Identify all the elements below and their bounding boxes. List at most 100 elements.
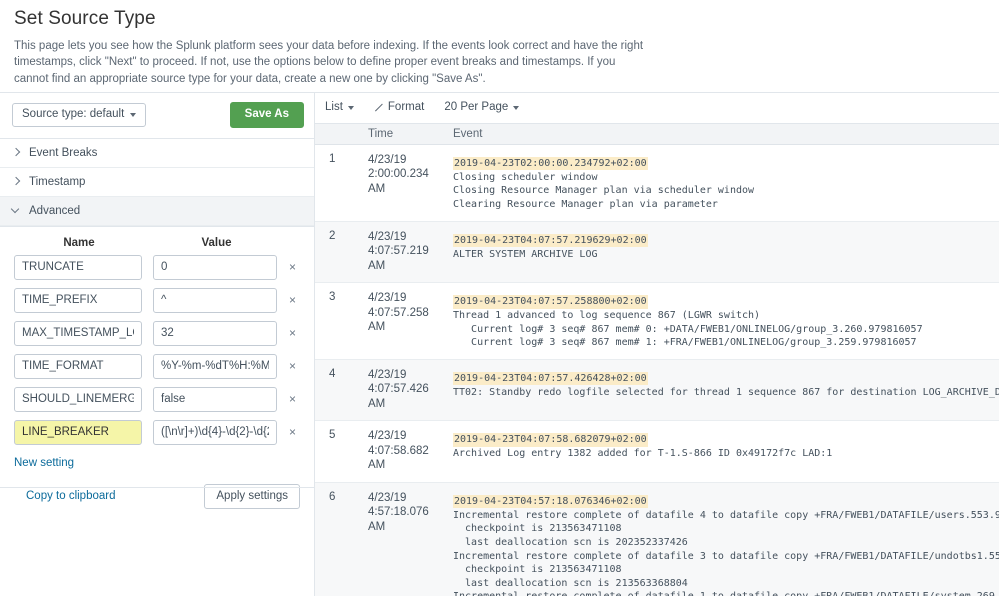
event-timestamp-highlight: 2019-04-23T02:00:00.234792+02:00: [453, 156, 648, 171]
accordion-label-timestamp: Timestamp: [29, 175, 86, 188]
source-type-dropdown-label: Source type: default: [22, 108, 125, 120]
event-body: 2019-04-23T02:00:00.234792+02:00 Closing…: [445, 153, 999, 212]
setting-row: ×: [0, 419, 314, 453]
event-date: 4/23/19: [368, 368, 407, 381]
chevron-down-icon: [347, 105, 354, 110]
column-header-time: Time: [368, 127, 394, 140]
event-clock: 4:07:57.258 AM: [368, 306, 429, 334]
setting-row: ×: [0, 353, 314, 387]
event-line: Thread 1 advanced to log sequence 867 (L…: [453, 310, 761, 322]
event-clock: 4:57:18.076 AM: [368, 506, 429, 533]
event-line: Incremental restore complete of datafile…: [453, 509, 999, 521]
event-time: 4/23/19 4:07:57.219 AM: [362, 230, 445, 274]
setting-name-input[interactable]: [14, 386, 142, 412]
event-timestamp-highlight: 2019-04-23T04:07:58.682079+02:00: [453, 433, 648, 447]
remove-setting-icon[interactable]: ×: [289, 426, 296, 438]
event-line: checkpoint is 213563471108: [453, 523, 622, 535]
event-number: 2: [329, 229, 336, 242]
setting-name-input[interactable]: [14, 287, 142, 313]
event-line: checkpoint is 213563471108: [453, 564, 622, 576]
events-preview-panel: List Format 20 Per Page Time Event 1 4/2…: [315, 93, 999, 596]
accordion-section-timestamp[interactable]: Timestamp: [0, 167, 314, 197]
event-line: last deallocation scn is 202352337426: [453, 537, 688, 549]
setting-name-input[interactable]: [14, 320, 142, 346]
pencil-icon: [374, 103, 383, 112]
setting-value-input[interactable]: [153, 254, 277, 280]
chevron-right-icon: [12, 178, 20, 186]
copy-to-clipboard-link[interactable]: Copy to clipboard: [26, 490, 116, 502]
event-date: 4/23/19: [368, 153, 407, 166]
table-row[interactable]: 4 4/23/19 4:07:57.426 AM 2019-04-23T04:0…: [315, 359, 999, 422]
setting-name-input[interactable]: [14, 254, 142, 280]
format-button[interactable]: Format: [374, 101, 425, 114]
table-row[interactable]: 5 4/23/19 4:07:58.682 AM 2019-04-23T04:0…: [315, 421, 999, 483]
settings-accordion: Event Breaks Timestamp Advanced: [0, 138, 314, 227]
setting-row: ×: [0, 320, 314, 354]
setting-value-input[interactable]: [153, 386, 277, 412]
setting-row: ×: [0, 254, 314, 288]
setting-value-input[interactable]: [153, 353, 277, 379]
column-header-name: Name: [63, 236, 95, 249]
per-page-dropdown[interactable]: 20 Per Page: [444, 101, 520, 114]
remove-setting-icon[interactable]: ×: [289, 393, 296, 405]
event-timestamp-highlight: 2019-04-23T04:07:57.426428+02:00: [453, 371, 648, 386]
event-body: 2019-04-23T04:07:57.258800+02:00 Thread …: [445, 291, 999, 350]
remove-setting-icon[interactable]: ×: [289, 327, 296, 339]
event-line: Incremental restore complete of datafile…: [453, 550, 999, 562]
remove-setting-icon[interactable]: ×: [289, 261, 296, 273]
event-line: Closing scheduler window: [453, 171, 598, 183]
event-time: 4/23/19 2:00:00.234 AM: [362, 153, 445, 212]
table-row[interactable]: 1 4/23/19 2:00:00.234 AM 2019-04-23T02:0…: [315, 145, 999, 222]
event-line: Current log# 3 seq# 867 mem# 1: +FRA/FWE…: [453, 337, 917, 349]
column-header-event: Event: [453, 127, 483, 140]
set-source-type-page: Set Source Type This page lets you see h…: [0, 0, 999, 596]
event-date: 4/23/19: [368, 292, 407, 305]
event-clock: 4:07:57.219 AM: [368, 245, 429, 272]
format-label: Format: [387, 101, 425, 113]
event-number: 1: [329, 152, 336, 165]
settings-column-headers: Name Value: [0, 235, 314, 255]
panel-divider: [0, 487, 314, 488]
event-number: 6: [329, 490, 336, 503]
setting-name-input[interactable]: [14, 419, 142, 445]
event-line: Archived Log entry 1382 added for T-1.S-…: [453, 448, 833, 460]
main-split: Source type: default Save As Event Break…: [0, 92, 999, 596]
event-clock: 4:07:58.682 AM: [368, 444, 429, 472]
save-as-button[interactable]: Save As: [229, 102, 304, 128]
event-clock: 4:07:57.426 AM: [368, 383, 429, 410]
accordion-section-advanced[interactable]: Advanced: [0, 196, 314, 226]
column-header-value: Value: [201, 236, 232, 249]
event-date: 4/23/19: [368, 430, 407, 443]
setting-value-input[interactable]: [153, 419, 277, 445]
setting-name-input[interactable]: [14, 353, 142, 379]
events-table-header: Time Event: [315, 123, 999, 145]
setting-value-input[interactable]: [153, 287, 277, 313]
chevron-right-icon: [12, 149, 20, 157]
table-row[interactable]: 3 4/23/19 4:07:57.258 AM 2019-04-23T04:0…: [315, 283, 999, 360]
settings-panel: Source type: default Save As Event Break…: [0, 93, 315, 596]
event-line: Current log# 3 seq# 867 mem# 0: +DATA/FW…: [453, 323, 923, 335]
chevron-down-icon: [12, 207, 20, 215]
page-intro-text: This page lets you see how the Splunk pl…: [14, 40, 644, 85]
accordion-section-event-breaks[interactable]: Event Breaks: [0, 138, 314, 168]
remove-setting-icon[interactable]: ×: [289, 360, 296, 372]
event-line: ALTER SYSTEM ARCHIVE LOG: [453, 248, 598, 260]
remove-setting-icon[interactable]: ×: [289, 294, 296, 306]
setting-row: ×: [0, 287, 314, 321]
per-page-label: 20 Per Page: [444, 101, 509, 113]
event-time: 4/23/19 4:57:18.076 AM: [362, 491, 445, 596]
source-type-dropdown[interactable]: Source type: default: [12, 103, 147, 127]
event-timestamp-highlight: 2019-04-23T04:07:57.258800+02:00: [453, 295, 648, 309]
setting-value-input[interactable]: [153, 320, 277, 346]
event-date: 4/23/19: [368, 230, 407, 243]
table-row[interactable]: 6 4/23/19 4:57:18.076 AM 2019-04-23T04:5…: [315, 482, 999, 596]
new-setting-link[interactable]: New setting: [14, 457, 74, 469]
event-line: last deallocation scn is 213563368804: [453, 577, 688, 589]
event-number: 3: [329, 291, 336, 304]
event-time: 4/23/19 4:07:58.682 AM: [362, 429, 445, 473]
event-body: 2019-04-23T04:07:57.219629+02:00 ALTER S…: [445, 230, 999, 274]
view-mode-dropdown[interactable]: List: [325, 101, 354, 114]
events-list: 1 4/23/19 2:00:00.234 AM 2019-04-23T02:0…: [315, 145, 999, 596]
event-time: 4/23/19 4:07:57.426 AM: [362, 368, 445, 412]
table-row[interactable]: 2 4/23/19 4:07:57.219 AM 2019-04-23T04:0…: [315, 221, 999, 284]
